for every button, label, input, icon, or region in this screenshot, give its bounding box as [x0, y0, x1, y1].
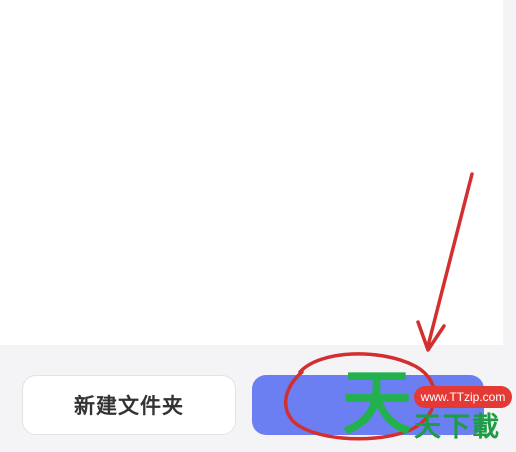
watermark-url-badge: www.TTzip.com	[414, 386, 512, 408]
watermark-logo: 天	[342, 362, 412, 444]
save-location-dialog: 新建文件夹 天 www.TTzip.com 天下載	[0, 0, 516, 452]
new-folder-button[interactable]: 新建文件夹	[22, 375, 236, 435]
watermark-text: 天下載	[414, 412, 501, 443]
new-folder-label: 新建文件夹	[74, 394, 184, 418]
folder-list-area[interactable]	[0, 0, 503, 345]
